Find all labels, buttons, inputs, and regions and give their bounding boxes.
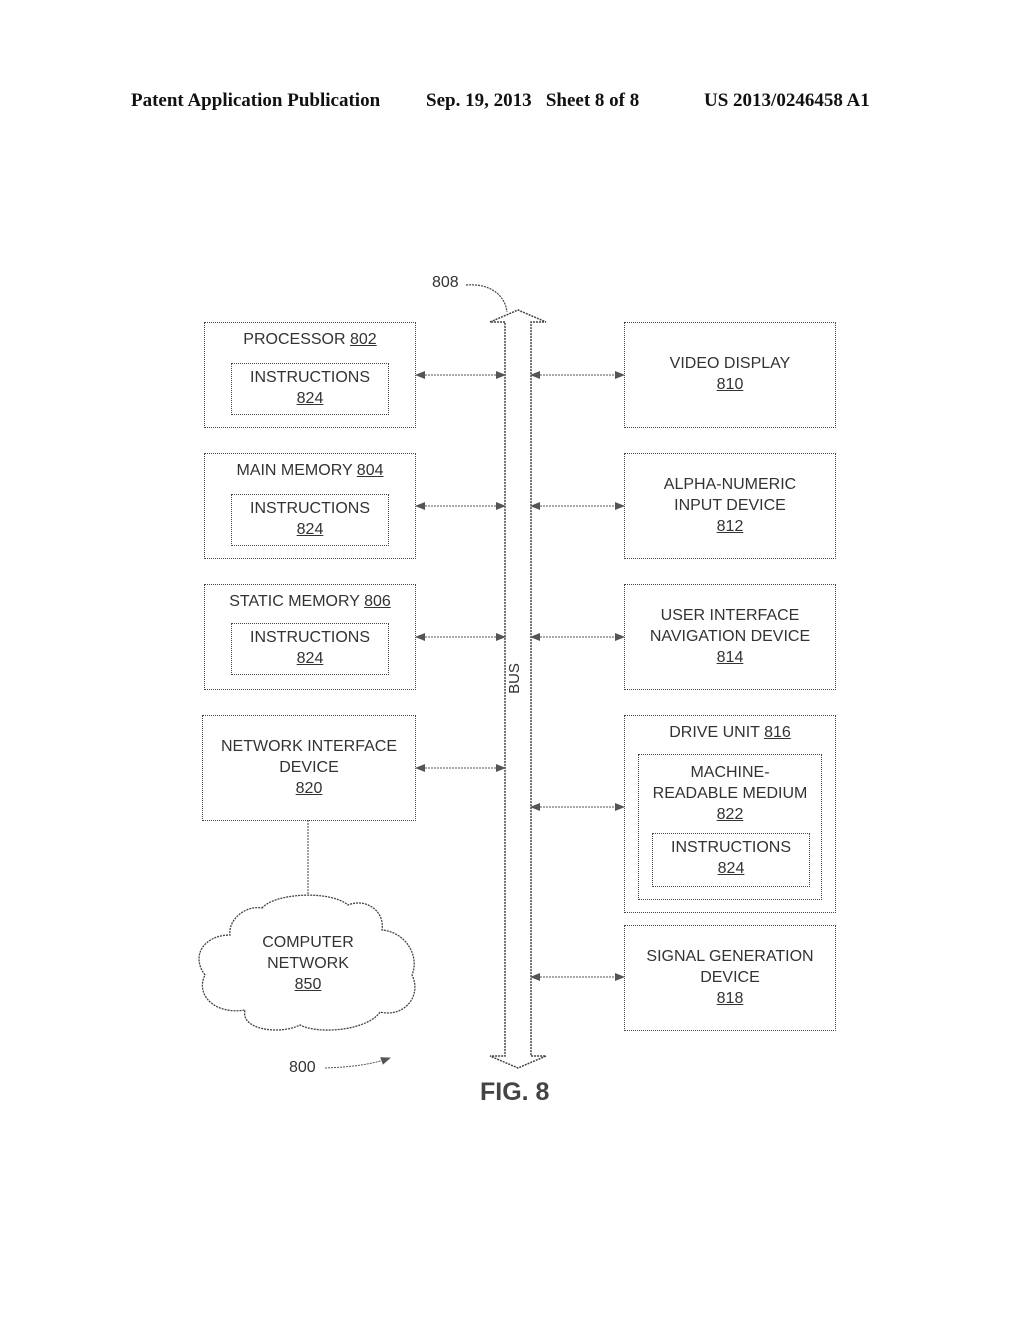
instructions-label: INSTRUCTIONS [250,629,370,646]
drive-instructions-box: INSTRUCTIONS 824 [652,833,810,887]
network-interface-line2: DEVICE [279,759,339,776]
drive-unit-ref: 816 [764,724,791,741]
signal-generation-ref: 818 [716,990,744,1007]
video-display-ref: 810 [716,376,744,393]
processor-label: PROCESSOR [243,331,350,348]
static-memory-label: STATIC MEMORY [229,593,365,610]
diagram-lines [198,284,625,1069]
alpha-numeric-ref: 812 [716,518,744,535]
bus-ref-leader [465,284,508,313]
signal-generation-box: SIGNAL GENERATION DEVICE 818 [624,925,836,1031]
bus-label: BUS [505,663,523,694]
main-memory-instructions-box: INSTRUCTIONS 824 [231,494,389,546]
medium-line2: READABLE MEDIUM [652,785,808,802]
alpha-numeric-line1: ALPHA-NUMERIC [663,476,797,493]
alpha-numeric-box: ALPHA-NUMERIC INPUT DEVICE 812 [624,453,836,559]
machine-readable-medium-box: MACHINE- READABLE MEDIUM 822 INSTRUCTION… [638,754,822,900]
medium-line1: MACHINE- [690,764,770,781]
system-ref-leader [324,1057,391,1069]
network-interface-line1: NETWORK INTERFACE [220,738,397,755]
network-interface-ref: 820 [295,780,323,797]
drive-unit-box: DRIVE UNIT 816 MACHINE- READABLE MEDIUM … [624,715,836,913]
computer-network: COMPUTER NETWORK 850 [228,932,388,995]
video-display-box: VIDEO DISPLAY 810 [624,322,836,428]
drive-unit-label: DRIVE UNIT [669,724,765,741]
processor-ref: 802 [349,331,377,348]
instructions-ref: 824 [296,390,324,407]
signal-generation-line2: DEVICE [700,969,760,986]
instructions-ref: 824 [296,650,324,667]
ui-navigation-box: USER INTERFACE NAVIGATION DEVICE 814 [624,584,836,690]
video-display-label: VIDEO DISPLAY [669,355,791,372]
main-memory-box: MAIN MEMORY 804 INSTRUCTIONS 824 [204,453,416,559]
ui-navigation-line1: USER INTERFACE [660,607,800,624]
alpha-numeric-line2: INPUT DEVICE [674,497,786,514]
processor-box: PROCESSOR 802 INSTRUCTIONS 824 [204,322,416,428]
network-interface-box: NETWORK INTERFACE DEVICE 820 [202,715,416,821]
instructions-ref: 824 [296,521,324,538]
system-ref: 800 [289,1059,316,1076]
bus-ref: 808 [432,274,459,291]
instructions-label: INSTRUCTIONS [671,839,791,856]
processor-instructions-box: INSTRUCTIONS 824 [231,363,389,415]
computer-network-ref: 850 [294,976,322,993]
instructions-label: INSTRUCTIONS [250,500,370,517]
static-memory-ref: 806 [364,593,391,610]
instructions-ref: 824 [717,860,745,877]
medium-ref: 822 [716,806,744,823]
ui-navigation-ref: 814 [716,649,744,666]
ui-navigation-line2: NAVIGATION DEVICE [649,628,811,645]
main-memory-label: MAIN MEMORY [236,462,357,479]
static-memory-box: STATIC MEMORY 806 INSTRUCTIONS 824 [204,584,416,690]
static-memory-instructions-box: INSTRUCTIONS 824 [231,623,389,675]
computer-network-line1: COMPUTER [262,934,354,951]
signal-generation-line1: SIGNAL GENERATION [646,948,814,965]
figure-label: FIG. 8 [480,1078,550,1106]
computer-network-line2: NETWORK [267,955,349,972]
instructions-label: INSTRUCTIONS [250,369,370,386]
main-memory-ref: 804 [356,462,384,479]
